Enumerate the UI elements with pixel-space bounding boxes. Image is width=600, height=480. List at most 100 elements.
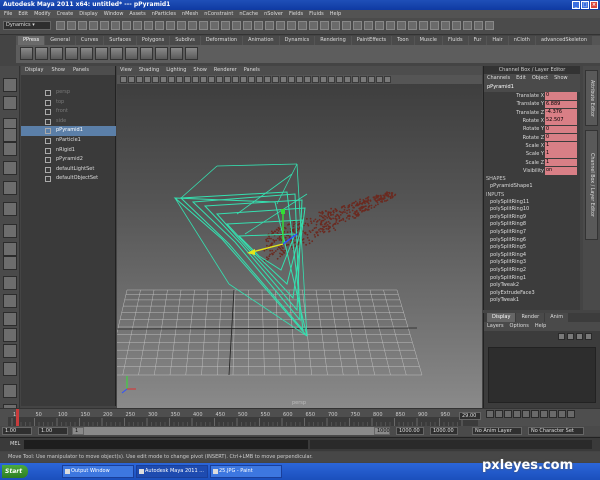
outliner-item[interactable]: front [21,107,116,117]
channel-label[interactable]: Scale X [484,143,545,149]
status-tool-icon[interactable] [100,21,109,30]
start-time-field[interactable]: 1.00 [2,427,32,435]
viewport-menu-renderer[interactable]: Renderer [214,66,237,75]
menu-edit[interactable]: Edit [18,10,28,18]
status-tool-icon[interactable] [441,21,450,30]
status-tool-icon[interactable] [474,21,483,30]
tool-icon[interactable] [3,344,17,358]
manip-y-handle[interactable] [281,209,285,214]
input-node[interactable]: polySplitRing6 [484,237,580,245]
start-button[interactable]: Start [2,465,28,478]
channel-value[interactable]: 1 [545,142,577,150]
menu-nconstraint[interactable]: nConstraint [204,10,233,18]
channel-value[interactable]: 0 [545,125,577,134]
status-tool-icon[interactable] [199,21,208,30]
input-node[interactable]: polyTweak2 [484,282,580,290]
minimize-button[interactable]: _ [572,1,580,9]
input-node[interactable]: polySplitRing4 [484,252,580,260]
menu-nparticles[interactable]: nParticles [152,10,176,18]
shelf-tab-ppress[interactable]: PPress [18,36,45,45]
status-tool-icon[interactable] [342,21,351,30]
channel-label[interactable]: Translate X [484,93,545,99]
tool-icon[interactable] [3,202,17,216]
taskbar-item[interactable]: Autodesk Maya 2011 ... [136,465,208,478]
outliner-item[interactable]: defaultLightSet [21,165,116,175]
shelf-tab-surfaces[interactable]: Surfaces [104,36,136,45]
viewport-tool-icon[interactable] [304,76,311,83]
viewport-tool-icon[interactable] [352,76,359,83]
channel-value[interactable]: 0 [545,133,577,142]
outliner-item[interactable]: nParticle1 [21,136,116,146]
viewport-tool-icon[interactable] [128,76,135,83]
viewport-menu-show[interactable]: Show [193,66,207,75]
status-tool-icon[interactable] [430,21,439,30]
shelf-tab-toon[interactable]: Toon [392,36,414,45]
shelf-tab-curves[interactable]: Curves [75,36,104,45]
status-tool-icon[interactable] [397,21,406,30]
status-tool-icon[interactable] [309,21,318,30]
range-slider[interactable] [84,427,374,435]
viewport-menu-lighting[interactable]: Lighting [166,66,186,75]
status-tool-icon[interactable] [276,21,285,30]
shelf-tool-icon[interactable] [110,47,123,60]
status-tool-icon[interactable] [452,21,461,30]
tool-icon[interactable] [3,294,17,308]
menu-modify[interactable]: Modify [34,10,51,18]
channel-label[interactable]: Scale Y [484,151,545,157]
channel-label[interactable]: Scale Z [484,160,545,166]
layer-tab-anim[interactable]: Anim [545,313,569,322]
new-layer-icon[interactable] [558,333,565,340]
tool-icon[interactable] [3,224,17,238]
status-tool-icon[interactable] [353,21,362,30]
playback-start-field[interactable]: 1.00 [38,427,68,435]
status-tool-icon[interactable] [254,21,263,30]
shelf-tab-rendering[interactable]: Rendering [315,36,351,45]
viewport-tool-icon[interactable] [312,76,319,83]
viewport-tool-icon[interactable] [152,76,159,83]
current-frame-field[interactable]: 29.00 [459,412,481,420]
viewport-persp[interactable]: View Shading Lighting Show Renderer Panels pe… [117,66,482,408]
viewport-menu-panels[interactable]: Panels [244,66,260,75]
input-node[interactable]: polyExtrudeFace3 [484,290,580,298]
shelf-tool-icon[interactable] [185,47,198,60]
menu-fluids[interactable]: Fluids [309,10,324,18]
play-forward-icon[interactable] [522,410,530,418]
status-tool-icon[interactable] [364,21,373,30]
shelf-tab-painteffects[interactable]: PaintEffects [351,36,392,45]
status-tool-icon[interactable] [177,21,186,30]
viewport-tool-icon[interactable] [264,76,271,83]
input-node[interactable]: polySplitRing3 [484,259,580,267]
go-to-start-icon[interactable] [486,410,494,418]
channel-label[interactable]: Rotate X [484,118,545,124]
shelf-tool-icon[interactable] [65,47,78,60]
layer-options-icon[interactable] [576,333,583,340]
viewport-tool-icon[interactable] [208,76,215,83]
range-start-handle[interactable]: 1 [72,427,84,435]
scene-3d[interactable]: persp [117,84,482,408]
close-button[interactable]: × [590,1,598,9]
outliner-item[interactable]: top [21,98,116,108]
status-tool-icon[interactable] [210,21,219,30]
shelf-tab-polygons[interactable]: Polygons [136,36,170,45]
input-node[interactable]: polySplitRing2 [484,267,580,275]
viewport-tool-icon[interactable] [136,76,143,83]
character-set-dropdown[interactable]: No Character Set [528,427,584,435]
viewport-tool-icon[interactable] [360,76,367,83]
menu-window[interactable]: Window [104,10,124,18]
status-tool-icon[interactable] [331,21,340,30]
status-tool-icon[interactable] [188,21,197,30]
channel-label[interactable]: Rotate Y [484,126,545,132]
tool-icon[interactable] [3,256,17,270]
loop-icon[interactable] [558,410,566,418]
shelf-tool-icon[interactable] [170,47,183,60]
tool-icon[interactable] [3,161,17,175]
current-frame-marker[interactable] [16,409,19,426]
channel-value[interactable]: 6.889 [545,100,577,109]
viewport-tool-icon[interactable] [216,76,223,83]
viewport-tool-icon[interactable] [320,76,327,83]
status-tool-icon[interactable] [243,21,252,30]
viewport-tool-icon[interactable] [160,76,167,83]
viewport-tool-icon[interactable] [176,76,183,83]
status-tool-icon[interactable] [419,21,428,30]
step-back-key-icon[interactable] [504,410,512,418]
